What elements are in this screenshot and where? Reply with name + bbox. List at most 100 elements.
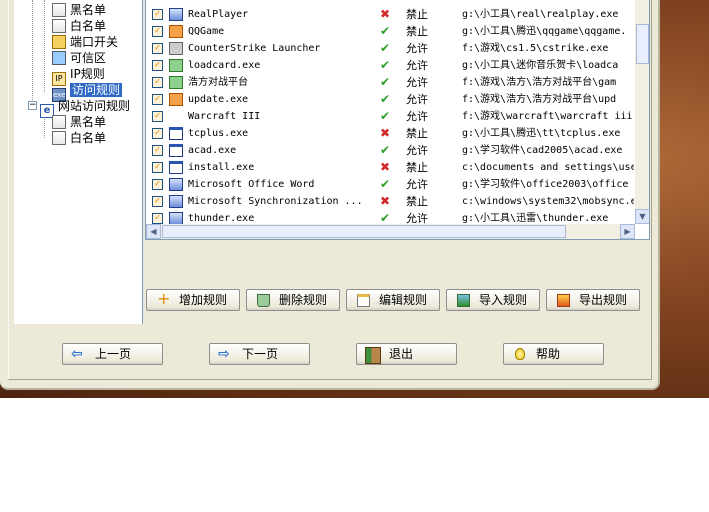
next-page-button[interactable]: ⇨ 下一页 [209,343,310,365]
rule-enabled-checkbox[interactable]: ✓ [152,128,163,139]
rule-app-name: Microsoft Office Word [188,179,315,190]
allow-check-icon: ✔ [379,109,391,123]
rule-enabled-checkbox[interactable]: ✓ [152,213,163,224]
rule-app-name: RealPlayer [188,9,249,20]
tree-item-blacklist[interactable]: 黑名单 [52,2,106,18]
rule-action: 允许 [406,93,428,106]
tree-item-website-whitelist[interactable]: 白名单 [52,130,106,146]
tree-item-website-blacklist[interactable]: 黑名单 [52,114,106,130]
allow-check-icon: ✔ [379,58,391,72]
tree-item-website-rules[interactable]: e 网站访问规则 [40,98,130,118]
window-icon [169,127,183,140]
rule-path: c:\windows\system32\mobsync.e [462,196,634,207]
tree-item-whitelist[interactable]: 白名单 [52,18,106,34]
scroll-down-button[interactable]: ▼ [635,209,649,224]
counterstrike-icon [169,42,183,55]
table-row[interactable]: ✓ Microsoft Office Word ✔ 允许 g:\学习软件\office2… [146,176,636,193]
rule-action: 允许 [406,76,428,89]
rule-app-name: tcplus.exe [188,128,249,139]
rule-enabled-checkbox[interactable]: ✓ [152,179,163,190]
rule-enabled-checkbox[interactable]: ✓ [152,145,163,156]
loadcard-icon [169,59,183,72]
document-icon [52,19,66,33]
deny-cross-icon: ✖ [379,160,391,174]
rule-enabled-checkbox[interactable]: ✓ [152,111,163,122]
deny-cross-icon: ✖ [379,194,391,208]
table-row[interactable]: ✓ Microsoft Synchronization ... ✖ 禁止 c:\wind… [146,193,636,210]
rule-action: 允许 [406,59,428,72]
table-row[interactable]: ✓ RealPlayer ✖ 禁止 g:\小工具\real\realplay.exe [146,6,636,23]
table-row[interactable]: ✓ loadcard.exe ✔ 允许 g:\小工具\迷你音乐贺卡\loadca [146,57,636,74]
delete-rule-button[interactable]: 删除规则 [246,289,340,311]
tree-item-ip-rules[interactable]: IP IP规则 [52,66,105,86]
document-icon [52,115,66,129]
qqgame-icon [169,25,183,38]
table-row[interactable]: ✓ acad.exe ✔ 允许 g:\学习软件\cad2005\acad.exe [146,142,636,159]
deny-cross-icon: ✖ [379,7,391,21]
rule-enabled-checkbox[interactable]: ✓ [152,26,163,37]
rule-action: 禁止 [406,195,428,208]
exit-button[interactable]: 退出 [356,343,457,365]
rule-enabled-checkbox[interactable]: ✓ [152,9,163,20]
port-icon [52,35,66,49]
vertical-scrollbar[interactable]: ▼ [635,0,649,224]
rule-action: 禁止 [406,8,428,21]
horizontal-scroll-thumb[interactable] [162,225,566,238]
tree-collapse-toggle[interactable]: − [28,101,37,110]
rule-tree[interactable]: 黑名单 白名单 端口开关 可信区 IP IP规则 exe 访问规则 − e 网站访问规… [14,0,143,324]
table-row[interactable]: ✓ update.exe ✔ 允许 f:\游戏\浩方\浩方对战平台\upd [146,91,636,108]
table-row[interactable]: ✓ CounterStrike Launcher ✔ 允许 f:\游戏\cs1.5\cs… [146,40,636,57]
plus-icon: + [157,289,171,308]
rule-enabled-checkbox[interactable]: ✓ [152,43,163,54]
rule-path: g:\小工具\腾迅\qqgame\qqgame. [462,26,627,37]
rule-enabled-checkbox[interactable]: ✓ [152,60,163,71]
export-rule-button[interactable]: 导出规则 [546,289,640,311]
rule-path: g:\小工具\real\realplay.exe [462,9,619,20]
allow-check-icon: ✔ [379,143,391,157]
document-icon [52,131,66,145]
word-icon [169,178,183,191]
table-row[interactable]: ✓ 浩方对战平台 ✔ 允许 f:\游戏\浩方\浩方对战平台\gam [146,74,636,91]
arrow-left-icon: ⇦ [71,346,83,362]
rule-path: c:\documents and settings\use [462,162,634,173]
realplayer-icon [169,8,183,21]
trash-icon [257,294,270,307]
horizontal-scrollbar[interactable]: ◀ ▶ [146,224,635,239]
table-row[interactable]: ✓ QQGame ✔ 禁止 g:\小工具\腾迅\qqgame\qqgame. [146,23,636,40]
tree-item-access-rules[interactable]: exe 访问规则 [52,82,123,102]
network-icon [52,51,66,65]
rule-path: g:\学习软件\cad2005\acad.exe [462,145,623,156]
rule-app-name: QQGame [188,26,225,37]
scroll-right-button[interactable]: ▶ [620,224,635,239]
allow-check-icon: ✔ [379,92,391,106]
rules-list[interactable]: ✓ RealPlayer ✖ 禁止 g:\小工具\real\realplay.exe ✓ Q… [145,0,650,240]
allow-check-icon: ✔ [379,177,391,191]
scroll-left-button[interactable]: ◀ [146,224,161,239]
prev-page-button[interactable]: ⇦ 上一页 [62,343,163,365]
table-row[interactable]: ✓ Warcraft III ✔ 允许 f:\游戏\warcraft\warcraft … [146,108,636,125]
vertical-scroll-thumb[interactable] [636,24,649,64]
warcraft-icon [169,110,183,123]
edit-rule-button[interactable]: 编辑规则 [346,289,440,311]
table-row[interactable]: ✓ install.exe ✖ 禁止 c:\documents and settings… [146,159,636,176]
rule-enabled-checkbox[interactable]: ✓ [152,77,163,88]
rule-action: 禁止 [406,161,428,174]
tree-item-port-switch[interactable]: 端口开关 [52,34,118,50]
tree-item-trusted-zone[interactable]: 可信区 [52,50,106,66]
add-rule-button[interactable]: + 增加规则 [146,289,240,311]
rule-enabled-checkbox[interactable]: ✓ [152,162,163,173]
help-button[interactable]: 帮助 [503,343,604,365]
update-icon [169,93,183,106]
rule-app-name: acad.exe [188,145,237,156]
rule-path: g:\小工具\腾迅\tt\tcplus.exe [462,128,621,139]
rule-app-name: 浩方对战平台 [188,77,248,88]
export-icon [557,294,570,307]
import-rule-button[interactable]: 导入规则 [446,289,540,311]
allow-check-icon: ✔ [379,24,391,38]
import-icon [457,294,470,307]
rule-enabled-checkbox[interactable]: ✓ [152,94,163,105]
table-row[interactable]: ✓ tcplus.exe ✖ 禁止 g:\小工具\腾迅\tt\tcplus.exe [146,125,636,142]
window-icon [169,144,183,157]
rule-app-name: Warcraft III [188,111,261,122]
rule-enabled-checkbox[interactable]: ✓ [152,196,163,207]
